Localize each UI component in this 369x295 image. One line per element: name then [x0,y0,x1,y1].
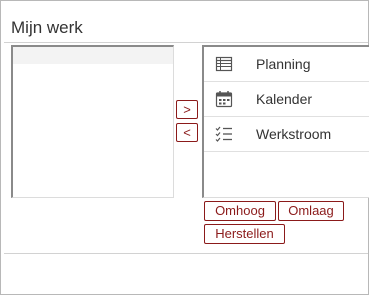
list-item-kalender[interactable]: Kalender [204,82,369,117]
list-item-werkstroom[interactable]: Werkstroom [204,117,369,152]
list-item-label: Planning [256,56,311,72]
title-divider [4,42,368,43]
table-list-icon [215,55,233,73]
list-item-label: Werkstroom [256,126,332,142]
footer-divider [4,253,368,254]
selected-items-list[interactable]: Planning Kalender Werkstroom [202,45,369,198]
mijn-werk-panel: Mijn werk > < Planning Kalender Werkstro… [0,0,369,295]
available-items-list[interactable] [11,45,174,198]
reset-button[interactable]: Herstellen [204,224,285,244]
move-up-button[interactable]: Omhoog [204,201,276,221]
add-item-button[interactable]: > [176,100,198,119]
panel-title: Mijn werk [11,18,83,37]
remove-item-button[interactable]: < [176,123,198,142]
list-item-label: Kalender [256,91,313,107]
list-item-planning[interactable]: Planning [204,47,369,82]
calendar-icon [215,90,233,108]
list-item-empty[interactable] [13,47,173,64]
checklist-icon [215,125,233,143]
move-down-button[interactable]: Omlaag [278,201,344,221]
